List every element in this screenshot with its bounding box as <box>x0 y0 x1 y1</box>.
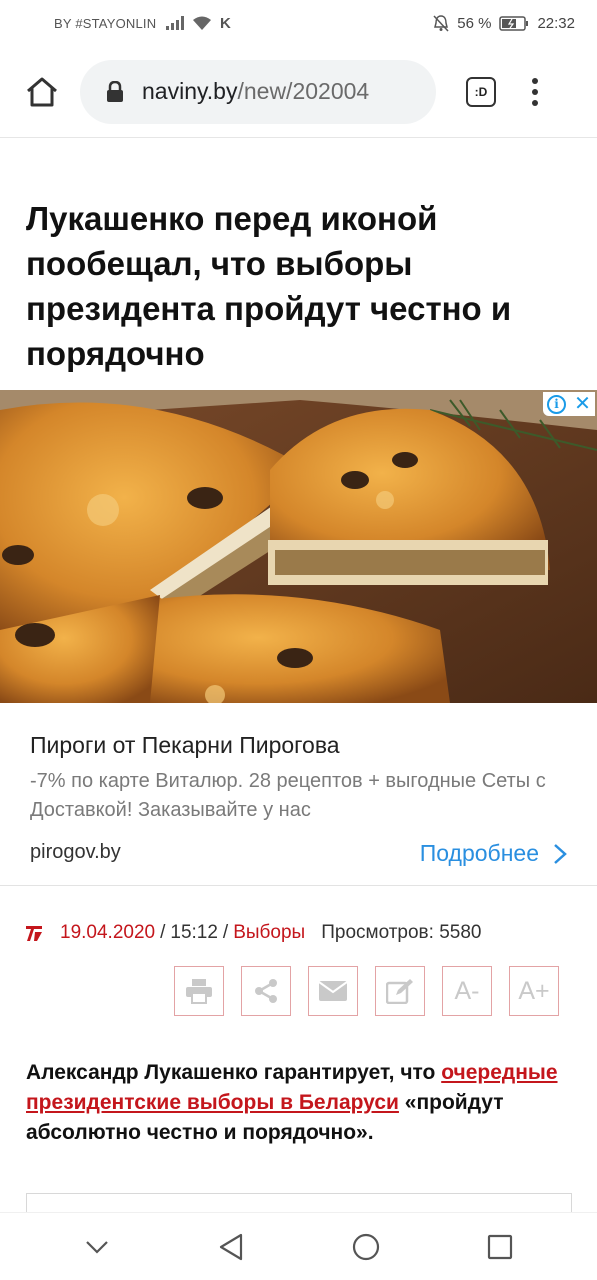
article-lead: Александр Лукашенко гарантирует, что оче… <box>26 1058 571 1148</box>
clock: 22:32 <box>537 14 575 32</box>
article-meta: 19.04.2020 / 15:12 / Выборы Просмотров: … <box>24 922 584 944</box>
url-host: naviny.by <box>142 78 238 104</box>
battery-percent: 56 % <box>457 14 492 32</box>
print-button[interactable] <box>174 966 224 1016</box>
status-right: 56 % 22:32 <box>433 15 575 32</box>
carrier-label: BY #STAYONLIN <box>54 15 157 31</box>
share-button[interactable] <box>241 966 291 1016</box>
email-icon <box>318 981 348 1001</box>
recents-button[interactable] <box>480 1227 520 1267</box>
font-decrease-button[interactable]: A- <box>442 966 492 1016</box>
ad-more-label: Подробнее <box>419 840 539 866</box>
lock-icon <box>106 80 124 103</box>
views-count: Просмотров: 5580 <box>321 922 482 943</box>
ad-info-icon[interactable]: i <box>547 394 567 414</box>
lead-text-start: Александр Лукашенко гарантирует, что <box>26 1061 442 1084</box>
ad-close-icon[interactable]: ✕ <box>574 394 591 414</box>
meta-separator: / <box>222 922 229 943</box>
back-triangle-icon <box>220 1233 243 1260</box>
article-headline: Лукашенко перед иконой пообещал, что выб… <box>26 200 512 372</box>
url-text: naviny.by/new/202004 <box>142 78 369 105</box>
divider <box>0 885 597 886</box>
hide-nav-button[interactable] <box>77 1227 117 1267</box>
ad-choices-badge[interactable]: i ✕ <box>543 392 595 416</box>
print-icon <box>186 979 212 1004</box>
meta-separator: / <box>160 922 166 943</box>
article-tools: A- A+ <box>174 966 559 1016</box>
ad-description: -7% по карте Виталюр. 28 рецептов + выго… <box>30 770 546 821</box>
status-bar: BY #STAYONLIN K 56 % 22:32 <box>0 0 597 46</box>
browser-toolbar: naviny.by/new/202004 :D <box>0 46 597 138</box>
wifi-icon <box>192 16 212 31</box>
tab-switcher-button[interactable]: :D <box>466 76 496 107</box>
share-icon <box>255 979 277 1003</box>
ad-domain[interactable]: pirogov.by <box>30 841 121 864</box>
menu-dot <box>532 88 538 95</box>
article-category-link[interactable]: Выборы <box>233 922 305 944</box>
site-logo-icon <box>26 926 42 941</box>
home-button[interactable] <box>22 72 62 112</box>
signal-icon <box>166 16 184 30</box>
home-circle-icon <box>352 1233 379 1260</box>
menu-dot <box>532 77 538 84</box>
home-icon <box>27 77 57 106</box>
article-time: 15:12 <box>170 922 218 943</box>
url-path: /new/202004 <box>237 78 370 104</box>
ad-title[interactable]: Пироги от Пекарни Пирогова <box>30 732 340 759</box>
recents-square-icon <box>487 1234 512 1259</box>
browser-menu-button[interactable] <box>532 77 538 106</box>
menu-dot <box>532 99 538 106</box>
ad-more-button[interactable]: Подробнее <box>420 840 567 867</box>
article-date: 19.04.2020 <box>60 922 156 943</box>
network-label: K <box>220 14 231 32</box>
edit-icon <box>386 979 413 1004</box>
ad-image[interactable] <box>0 390 597 703</box>
battery-icon <box>499 15 529 31</box>
edit-button[interactable] <box>375 966 425 1016</box>
page: BY #STAYONLIN K 56 % 22:32 naviny.by/new… <box>0 0 597 1280</box>
mute-bell-icon <box>433 14 449 32</box>
address-bar[interactable]: naviny.by/new/202004 <box>80 59 436 124</box>
home-nav-button[interactable] <box>346 1227 386 1267</box>
system-nav-bar <box>0 1212 597 1280</box>
chevron-down-icon <box>86 1240 108 1254</box>
chevron-right-icon <box>554 843 567 864</box>
font-increase-button[interactable]: A+ <box>509 966 559 1016</box>
back-button[interactable] <box>211 1227 251 1267</box>
status-left: BY #STAYONLIN K <box>54 15 254 32</box>
email-button[interactable] <box>308 966 358 1016</box>
